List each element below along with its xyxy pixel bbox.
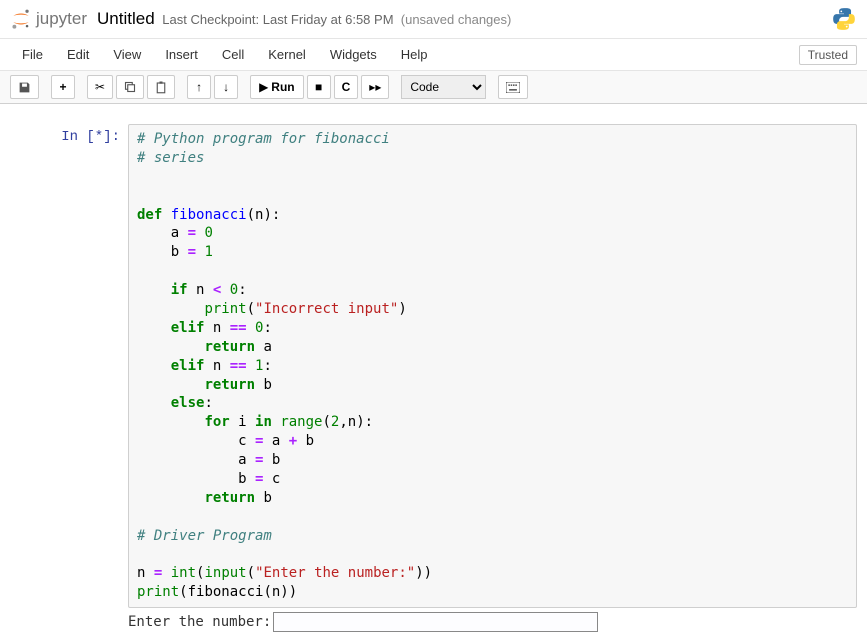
add-cell-button[interactable]: + (51, 75, 75, 99)
code-editor[interactable]: # Python program for fibonacci# series d… (137, 130, 848, 602)
menu-view[interactable]: View (101, 39, 153, 70)
menubar: File Edit View Insert Cell Kernel Widget… (0, 39, 867, 71)
copy-icon (124, 81, 136, 93)
notebook-title[interactable]: Untitled (97, 9, 155, 29)
menu-insert[interactable]: Insert (153, 39, 210, 70)
stdin-prompt: Enter the number: (128, 612, 598, 632)
trusted-indicator[interactable]: Trusted (799, 45, 857, 65)
stdin-input[interactable] (273, 612, 598, 632)
code-input-area[interactable]: # Python program for fibonacci# series d… (128, 124, 857, 608)
restart-button[interactable]: C (334, 75, 359, 99)
interrupt-button[interactable]: ■ (307, 75, 331, 99)
menu-file[interactable]: File (10, 39, 55, 70)
cell-type-select[interactable]: Code (401, 75, 486, 99)
keyboard-icon (506, 82, 520, 93)
menu-kernel[interactable]: Kernel (256, 39, 318, 70)
paste-icon (155, 81, 167, 94)
notebook-area: In [*]: # Python program for fibonacci# … (0, 104, 867, 642)
toolbar: + ✂ ↑ ↓ ▶Run ■ C ▸▸ Code (0, 71, 867, 104)
fast-forward-icon: ▸▸ (369, 80, 381, 94)
checkpoint-text: Last Checkpoint: Last Friday at 6:58 PM … (159, 12, 512, 27)
cut-icon: ✂ (95, 80, 105, 94)
plus-icon: + (59, 80, 66, 94)
code-cell[interactable]: In [*]: # Python program for fibonacci# … (10, 124, 857, 608)
jupyter-icon (10, 8, 32, 30)
move-up-button[interactable]: ↑ (187, 75, 211, 99)
arrow-down-icon: ↓ (223, 80, 229, 94)
notebook-header: jupyter Untitled Last Checkpoint: Last F… (0, 0, 867, 39)
copy-button[interactable] (116, 75, 144, 99)
arrow-up-icon: ↑ (196, 80, 202, 94)
paste-button[interactable] (147, 75, 175, 99)
run-button[interactable]: ▶Run (250, 75, 304, 99)
restart-run-all-button[interactable]: ▸▸ (361, 75, 389, 99)
output-area: Enter the number: (10, 612, 857, 632)
menu-cell[interactable]: Cell (210, 39, 256, 70)
menu-help[interactable]: Help (389, 39, 440, 70)
restart-icon: C (342, 80, 351, 94)
move-down-button[interactable]: ↓ (214, 75, 238, 99)
menu-edit[interactable]: Edit (55, 39, 101, 70)
menu-widgets[interactable]: Widgets (318, 39, 389, 70)
save-button[interactable] (10, 75, 39, 99)
command-palette-button[interactable] (498, 75, 528, 99)
stop-icon: ■ (315, 80, 322, 94)
cut-button[interactable]: ✂ (87, 75, 113, 99)
input-prompt: In [*]: (10, 124, 128, 608)
python-kernel-icon[interactable] (831, 6, 857, 32)
jupyter-brand-text: jupyter (36, 9, 87, 29)
save-icon (18, 81, 31, 94)
jupyter-logo[interactable]: jupyter (10, 8, 87, 30)
run-icon: ▶ (259, 80, 268, 94)
